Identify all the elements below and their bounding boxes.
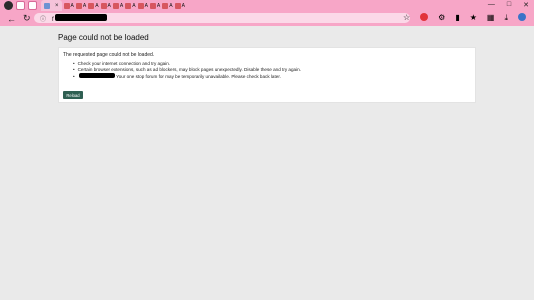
suggestion-item: Your one stop forum for may be temporari… bbox=[73, 73, 301, 80]
tab[interactable]: A bbox=[125, 2, 136, 9]
tab-label: A bbox=[95, 2, 99, 9]
redacted-url bbox=[55, 13, 108, 21]
refresh-icon[interactable]: ↻ bbox=[23, 13, 31, 24]
tab[interactable]: A bbox=[174, 2, 185, 9]
tab-label: A bbox=[82, 2, 87, 9]
minimize-button[interactable]: — bbox=[488, 1, 495, 9]
tab-favicon-icon bbox=[162, 2, 169, 9]
active-tab[interactable]: × bbox=[41, 0, 62, 11]
tab-label: A bbox=[132, 2, 136, 9]
tab[interactable]: A bbox=[100, 2, 111, 9]
tab[interactable]: A bbox=[112, 2, 124, 9]
tab-favicon-icon bbox=[63, 2, 70, 9]
copilot-icon[interactable] bbox=[518, 13, 526, 21]
other-tabs: A A A A A A A A A A bbox=[62, 2, 482, 9]
tab-label: A bbox=[181, 2, 185, 9]
favorites-icon[interactable]: ★ bbox=[470, 13, 477, 23]
tab-favicon-icon bbox=[112, 2, 119, 9]
tab-strip: × A A A A A A A A A A — □ ✕ bbox=[0, 0, 534, 11]
tab-favicon-icon bbox=[149, 2, 156, 9]
extensions-icon[interactable]: ⚙ bbox=[438, 13, 445, 23]
address-url: f bbox=[52, 13, 108, 23]
tab[interactable]: A bbox=[75, 2, 87, 9]
redacted-site-name bbox=[78, 73, 115, 78]
suggestion-text: Your one stop forum for may be temporari… bbox=[116, 74, 281, 79]
tab[interactable]: A bbox=[149, 2, 161, 9]
address-bar[interactable]: ⓘ f bbox=[34, 13, 410, 23]
star-icon[interactable]: ☆ bbox=[403, 13, 410, 23]
close-window-button[interactable]: ✕ bbox=[523, 1, 529, 9]
workspaces-icon[interactable] bbox=[28, 1, 37, 10]
reload-button[interactable]: Reload bbox=[63, 91, 83, 99]
tab-favicon-icon bbox=[137, 2, 144, 9]
toolbar: ← ↻ ⓘ f ☆ ⚙ ▮ ★ ▦ ⤓ bbox=[0, 11, 534, 26]
tab[interactable]: A bbox=[88, 2, 99, 9]
tab[interactable]: A bbox=[137, 2, 148, 9]
tab-actions-icon[interactable] bbox=[16, 1, 25, 10]
profile-avatar[interactable] bbox=[4, 1, 13, 10]
tab-favicon-icon bbox=[174, 2, 181, 9]
back-icon[interactable]: ← bbox=[7, 14, 16, 24]
site-info-icon[interactable]: ⓘ bbox=[40, 14, 46, 23]
tab-favicon-icon bbox=[75, 2, 82, 9]
tab-label: A bbox=[70, 2, 74, 9]
tab-label: A bbox=[144, 2, 148, 9]
tab-favicon-icon bbox=[125, 2, 132, 9]
downloads-icon[interactable]: ⤓ bbox=[504, 13, 508, 23]
tab-favicon-icon bbox=[44, 2, 50, 9]
maximize-button[interactable]: □ bbox=[507, 1, 511, 9]
tab-favicon-icon bbox=[100, 2, 107, 9]
toolbar-icons: ☆ ⚙ ▮ ★ ▦ ⤓ bbox=[403, 13, 526, 23]
sidebar-icon[interactable]: ▮ bbox=[455, 13, 459, 23]
tab[interactable]: A bbox=[63, 2, 74, 9]
tab-favicon-icon bbox=[88, 2, 95, 9]
extension-icon[interactable] bbox=[420, 13, 429, 21]
tab-label: A bbox=[156, 2, 161, 9]
tab-label: A bbox=[119, 2, 124, 9]
close-tab-icon[interactable]: × bbox=[55, 3, 59, 9]
suggestions-list: Check your internet connection and try a… bbox=[73, 61, 301, 80]
tab-label: A bbox=[107, 2, 111, 9]
tab[interactable]: A bbox=[162, 2, 173, 9]
url-prefix: f bbox=[52, 16, 54, 23]
window-controls: — □ ✕ bbox=[488, 1, 529, 9]
tab-label: A bbox=[169, 2, 173, 9]
collections-icon[interactable]: ▦ bbox=[487, 13, 495, 23]
error-card: The requested page could not be loaded. … bbox=[58, 47, 476, 103]
error-message: The requested page could not be loaded. bbox=[63, 52, 155, 58]
page-title: Page could not be loaded bbox=[58, 33, 149, 42]
